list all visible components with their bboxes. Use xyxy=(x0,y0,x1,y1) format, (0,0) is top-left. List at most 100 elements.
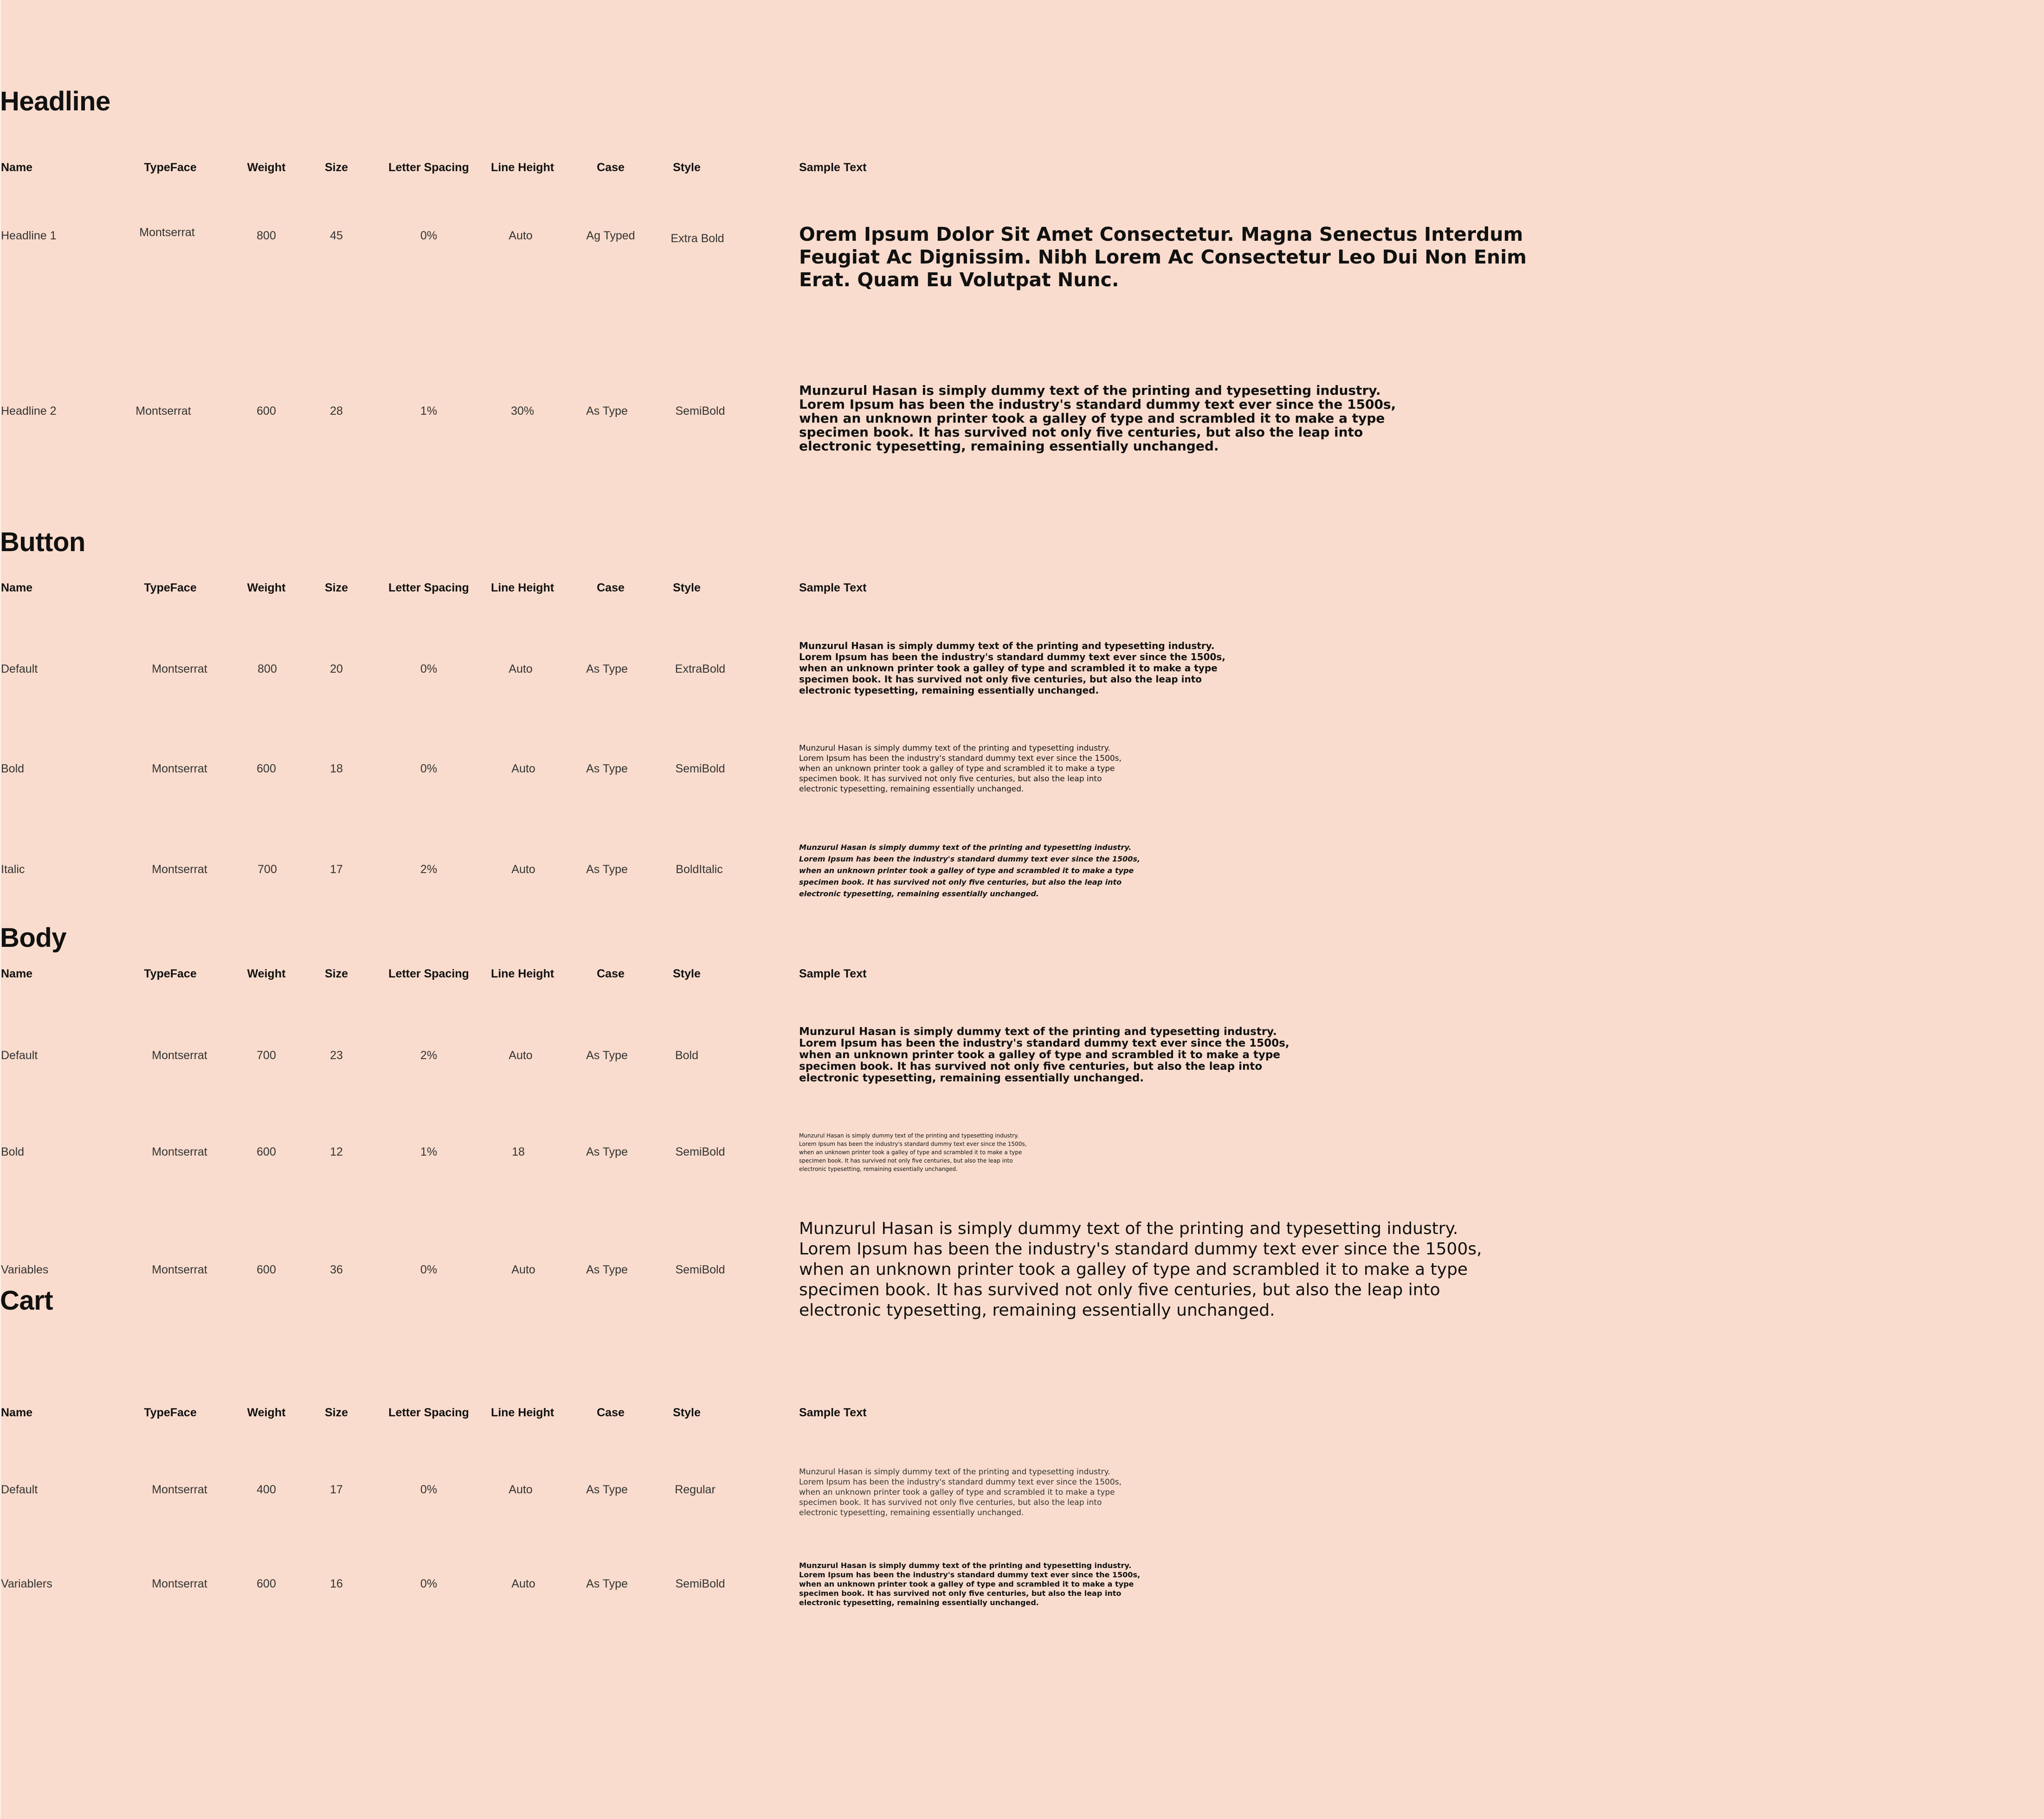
row-line-height: Auto xyxy=(509,662,533,675)
col-header-name: Name xyxy=(1,967,33,980)
row-case: Ag Typed xyxy=(586,229,635,242)
col-header-typeface: TypeFace xyxy=(144,1406,197,1419)
row-letter-spacing: 0% xyxy=(420,229,438,242)
row-style: SemiBold xyxy=(675,405,725,418)
row-name: Bold xyxy=(1,1145,25,1158)
row-size: 20 xyxy=(330,662,343,675)
row-weight: 600 xyxy=(257,1145,276,1158)
row-weight: 700 xyxy=(257,1049,276,1062)
row-case: As Type xyxy=(586,662,628,675)
row-typeface: Montserrat xyxy=(152,863,207,876)
col-header-weight: Weight xyxy=(247,161,286,174)
row-weight: 600 xyxy=(257,1577,276,1590)
row-line-height: Auto xyxy=(511,863,535,876)
sample-text: Munzurul Hasan is simply dummy text of t… xyxy=(799,1026,1290,1084)
row-name: Default xyxy=(1,1483,38,1496)
col-header-letter-spacing: Letter Spacing xyxy=(388,1406,469,1419)
row-line-height: 18 xyxy=(512,1145,525,1158)
col-header-name: Name xyxy=(1,161,33,174)
col-header-letter-spacing: Letter Spacing xyxy=(388,581,469,594)
row-typeface: Montserrat xyxy=(152,1049,207,1062)
row-letter-spacing: 0% xyxy=(420,1263,438,1276)
row-line-height: Auto xyxy=(511,1577,535,1590)
row-case: As Type xyxy=(586,1145,628,1158)
col-header-case: Case xyxy=(597,967,625,980)
sample-text: Munzurul Hasan is simply dummy text of t… xyxy=(799,640,1225,696)
col-header-sample: Sample Text xyxy=(799,161,867,174)
left-edge-divider xyxy=(0,0,1,1819)
row-name: Default xyxy=(1,662,38,675)
row-size: 28 xyxy=(330,405,343,418)
row-line-height: 30% xyxy=(510,405,535,418)
row-size: 45 xyxy=(330,229,343,242)
row-name: Headline 1 xyxy=(1,229,57,242)
row-line-height: Auto xyxy=(509,1483,533,1496)
col-header-style: Style xyxy=(673,161,701,174)
col-header-line-height: Line Height xyxy=(490,581,555,594)
row-weight: 800 xyxy=(257,229,276,242)
row-case: As Type xyxy=(586,1049,628,1062)
row-weight: 700 xyxy=(258,863,277,876)
sample-text: Munzurul Hasan is simply dummy text of t… xyxy=(799,383,1396,454)
col-header-line-height: Line Height xyxy=(490,161,555,174)
col-header-sample: Sample Text xyxy=(799,581,867,594)
row-name: Variablers xyxy=(1,1577,52,1590)
row-style: SemiBold xyxy=(675,1145,725,1158)
row-case: As Type xyxy=(586,1577,628,1590)
row-letter-spacing: 0% xyxy=(420,762,438,775)
row-weight: 800 xyxy=(258,662,277,675)
row-letter-spacing: 0% xyxy=(420,662,438,675)
sample-text: Orem Ipsum Dolor Sit Amet Consectetur. M… xyxy=(799,223,1527,291)
sample-text: Munzurul Hasan is simply dummy text of t… xyxy=(799,1467,1122,1517)
row-style: SemiBold xyxy=(675,1577,725,1590)
col-header-letter-spacing: Letter Spacing xyxy=(388,967,469,980)
row-name: Headline 2 xyxy=(1,405,57,418)
section-title-button: Button xyxy=(0,527,85,557)
row-size: 23 xyxy=(330,1049,343,1062)
row-size: 16 xyxy=(330,1577,343,1590)
row-typeface: Montserrat xyxy=(152,1145,207,1158)
col-header-typeface: TypeFace xyxy=(144,967,197,980)
row-case: As Type xyxy=(586,1483,628,1496)
sample-text: Munzurul Hasan is simply dummy text of t… xyxy=(799,1219,1482,1320)
row-name: Bold xyxy=(1,762,25,775)
col-header-line-height: Line Height xyxy=(490,967,555,980)
row-weight: 600 xyxy=(257,762,276,775)
col-header-case: Case xyxy=(597,1406,625,1419)
section-title-body: Body xyxy=(0,923,67,953)
row-typeface: Montserrat xyxy=(152,1577,207,1590)
row-weight: 600 xyxy=(257,405,276,418)
row-name: Default xyxy=(1,1049,38,1062)
col-header-size: Size xyxy=(324,967,348,980)
sample-text: Munzurul Hasan is simply dummy text of t… xyxy=(799,1132,1027,1172)
col-header-weight: Weight xyxy=(247,967,286,980)
col-header-case: Case xyxy=(597,581,625,594)
col-header-letter-spacing: Letter Spacing xyxy=(388,161,469,174)
col-header-style: Style xyxy=(673,581,701,594)
row-size: 18 xyxy=(330,762,343,775)
row-size: 12 xyxy=(330,1145,343,1158)
row-size: 17 xyxy=(330,863,343,876)
col-header-sample: Sample Text xyxy=(799,967,867,980)
row-line-height: Auto xyxy=(509,1049,533,1062)
row-line-height: Auto xyxy=(511,762,535,775)
row-size: 17 xyxy=(330,1483,343,1496)
row-typeface: Montserrat xyxy=(152,1263,207,1276)
row-style: ExtraBold xyxy=(675,662,726,675)
col-header-typeface: TypeFace xyxy=(144,581,197,594)
row-weight: 400 xyxy=(257,1483,276,1496)
section-title-cart: Cart xyxy=(0,1286,53,1316)
col-header-style: Style xyxy=(673,967,701,980)
row-letter-spacing: 2% xyxy=(420,863,438,876)
col-header-name: Name xyxy=(1,1406,33,1419)
sample-text: Munzurul Hasan is simply dummy text of t… xyxy=(799,1561,1141,1607)
row-case: As Type xyxy=(586,405,628,418)
row-weight: 600 xyxy=(257,1263,276,1276)
row-typeface: Montserrat xyxy=(152,1483,207,1496)
row-letter-spacing: 2% xyxy=(420,1049,438,1062)
col-header-case: Case xyxy=(597,161,625,174)
col-header-sample: Sample Text xyxy=(799,1406,867,1419)
col-header-name: Name xyxy=(1,581,33,594)
col-header-size: Size xyxy=(324,581,348,594)
row-size: 36 xyxy=(330,1263,343,1276)
